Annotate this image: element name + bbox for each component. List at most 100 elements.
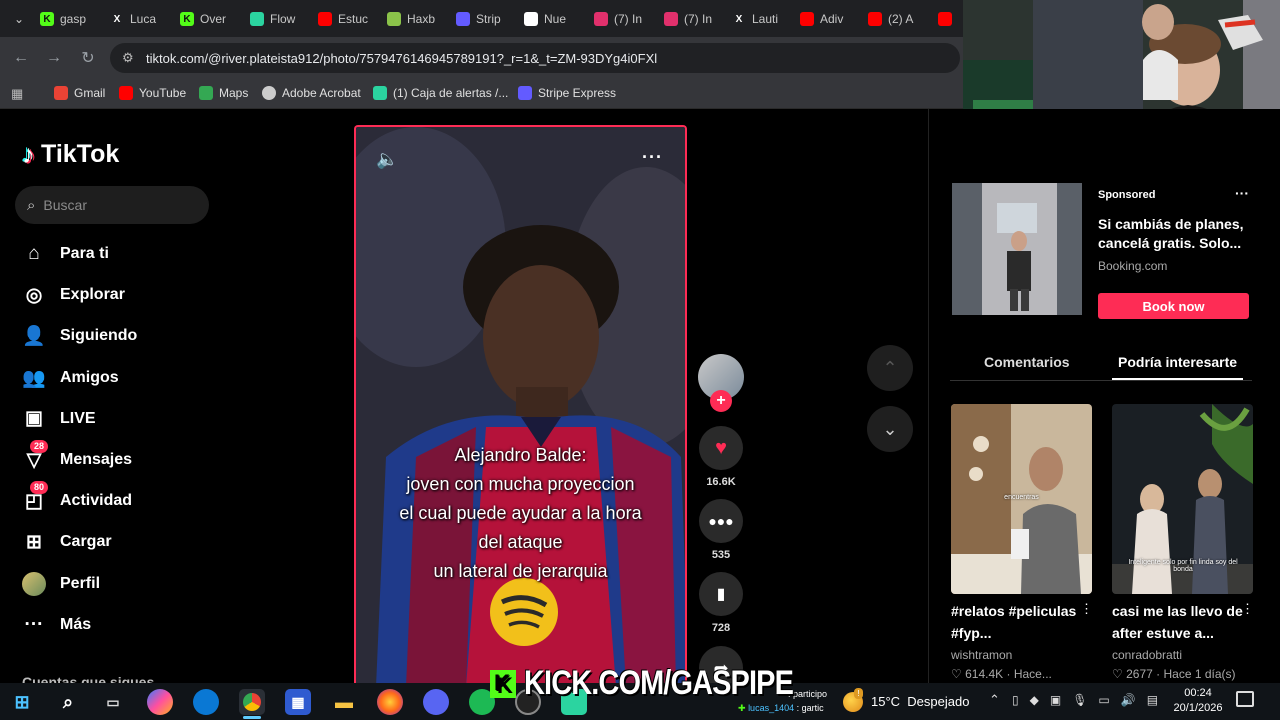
back-arrow-icon[interactable]: ← — [10, 47, 32, 69]
tray-chevron-icon[interactable]: ⌃ — [989, 692, 1000, 708]
suggested-more-icon[interactable]: ⋮ — [1080, 601, 1093, 617]
sidebar-item-actividad[interactable]: ◰ 80 Actividad — [22, 481, 133, 513]
tab-strip: ⌄ Kgasp X Luca K Over Flow Estuc Haxb Strip Nue (7… — [0, 0, 964, 37]
suggested-video-author[interactable]: conradobratti — [1112, 648, 1182, 662]
tray-icons: ▯ ◆ ▣ 🎙 ▭ 🔊 ▤ — [1012, 693, 1158, 707]
sidebar-item-live[interactable]: ▣ LIVE — [22, 407, 96, 431]
notifications-icon[interactable] — [1236, 691, 1254, 707]
bookmark-item[interactable]: Adobe Acrobat — [262, 86, 361, 100]
sidebar-item-label: Para ti — [60, 245, 109, 262]
battery-icon[interactable]: ▭ — [1098, 693, 1109, 707]
browser-tab[interactable] — [938, 6, 958, 32]
heart-icon[interactable]: ♥ — [699, 426, 743, 470]
browser-tab[interactable]: (2) A — [868, 6, 930, 32]
more-options-icon[interactable]: ··· — [642, 147, 663, 168]
book-now-button[interactable]: Book now — [1098, 293, 1249, 319]
forward-arrow-icon[interactable]: → — [43, 47, 65, 69]
network-icon[interactable]: ▤ — [1147, 693, 1158, 707]
browser-tab[interactable]: X Lauti — [732, 6, 794, 32]
volume-icon[interactable]: 🔈 — [376, 149, 398, 170]
tiktok-logo[interactable]: ♪ TikTok — [22, 139, 119, 170]
sponsored-card[interactable]: Sponsored ··· Si cambiás de planes, canc… — [952, 183, 1252, 321]
clock[interactable]: 00:24 20/1/2026 — [1168, 686, 1228, 716]
suggested-more-icon[interactable]: ⋮ — [1241, 601, 1254, 617]
url-omnibox[interactable]: ⚙ tiktok.com/@river.plateista912/photo/7… — [110, 43, 960, 73]
browser-tab-label: (7) In — [614, 12, 643, 26]
browser-tab-label: Adiv — [820, 12, 844, 26]
browser-tab[interactable]: (7) In — [664, 6, 726, 32]
sponsored-title[interactable]: Si cambiás de planes, cancelá gratis. So… — [1098, 215, 1248, 253]
suggested-video-author[interactable]: wishtramon — [951, 648, 1012, 662]
browser-tab[interactable]: Strip — [456, 6, 518, 32]
url-text[interactable]: tiktok.com/@river.plateista912/photo/757… — [146, 51, 657, 66]
sponsored-more-icon[interactable]: ··· — [1235, 185, 1249, 201]
apps-grid-icon[interactable]: ▦ — [11, 86, 23, 102]
browser-tab[interactable]: X Luca — [110, 6, 172, 32]
follow-plus-icon[interactable]: + — [710, 390, 732, 412]
youtube-icon — [868, 12, 882, 26]
browser-tab[interactable]: Flow — [250, 6, 312, 32]
comment-action[interactable]: ●●● 535 — [698, 499, 744, 561]
browser-tab[interactable]: K Over — [180, 6, 242, 32]
like-action[interactable]: ♥ 16.6K — [698, 426, 744, 488]
sidebar-item-amigos[interactable]: 👥 Amigos — [22, 366, 119, 390]
sidebar-item-cargar[interactable]: ⊞ Cargar — [22, 530, 112, 554]
next-video-button[interactable]: ⌄ — [867, 406, 913, 452]
speaker-icon[interactable]: 🔊 — [1121, 693, 1136, 707]
bookmark-item[interactable]: (1) Caja de alertas /... — [373, 86, 508, 100]
suggested-video-thumbnail[interactable]: Inteligente solo por fin linda soy del b… — [1112, 404, 1253, 594]
copilot-icon[interactable] — [147, 689, 173, 715]
sponsored-thumbnail[interactable] — [952, 183, 1082, 315]
previous-video-button[interactable]: ⌃ — [867, 345, 913, 391]
site-settings-icon[interactable]: ⚙ — [122, 50, 134, 66]
browser-tab[interactable]: Kgasp — [40, 6, 102, 32]
task-view-icon[interactable]: ▭ — [100, 689, 126, 715]
sidebar-item-label: Actividad — [60, 492, 133, 510]
firefox-icon[interactable] — [377, 689, 403, 715]
security-icon[interactable]: ◆ — [1030, 693, 1039, 707]
save-action[interactable]: ▮ 728 — [698, 572, 744, 634]
store-icon[interactable]: ▦ — [285, 689, 311, 715]
edge-icon[interactable] — [193, 689, 219, 715]
windows-start-icon[interactable]: ⊞ — [9, 689, 35, 715]
bookmark-item[interactable]: Gmail — [54, 86, 105, 100]
display-icon[interactable]: ▣ — [1050, 693, 1061, 707]
browser-tab[interactable]: Adiv — [800, 6, 862, 32]
tab-comments[interactable]: Comentarios — [984, 354, 1070, 370]
reload-icon[interactable]: ↻ — [77, 47, 99, 69]
file-explorer-icon[interactable]: ▬ — [331, 689, 357, 715]
bookmark-item[interactable]: YouTube — [119, 86, 186, 100]
suggested-video-thumbnail[interactable]: encuentras — [951, 404, 1092, 594]
chrome-taskbar-icon[interactable] — [239, 689, 265, 715]
sponsored-label: Sponsored — [1098, 189, 1156, 201]
sidebar-item-mensajes[interactable]: ▽ 28 Mensajes — [22, 440, 132, 472]
bookmark-item[interactable]: Maps — [199, 86, 248, 100]
sidebar-item-siguiendo[interactable]: 👤 Siguiendo — [22, 324, 137, 348]
tab-recommended[interactable]: Podría interesarte — [1118, 354, 1237, 370]
suggested-video-title[interactable]: #relatos #peliculas #fyp... — [951, 600, 1091, 644]
suggested-video-likes: 614.4K — [965, 667, 1004, 681]
sidebar-item-más[interactable]: ··· Más — [22, 613, 92, 637]
weather-text[interactable]: 15°C Despejado — [871, 694, 969, 709]
microphone-icon[interactable]: 🎙 — [1072, 693, 1087, 707]
comment-icon[interactable]: ●●● — [699, 499, 743, 543]
maps-icon — [199, 86, 213, 100]
browser-tab[interactable]: Estuc — [318, 6, 380, 32]
video-player[interactable]: 🔈 ··· Alejandro Balde: joven con mucha pr… — [354, 125, 687, 683]
discord-icon[interactable] — [423, 689, 449, 715]
bookmark-label: YouTube — [139, 86, 187, 100]
search-input[interactable]: ⌕ Buscar — [15, 186, 209, 224]
taskbar-search-icon[interactable]: ⌕ — [55, 689, 81, 715]
suggested-video-title[interactable]: casi me las llevo de after estuve a... — [1112, 600, 1252, 644]
creator-avatar-button[interactable]: + — [698, 354, 744, 412]
bookmark-icon[interactable]: ▮ — [699, 572, 743, 616]
browser-tab[interactable]: (7) In — [594, 6, 656, 32]
sidebar-item-explorar[interactable]: ◎ Explorar — [22, 283, 125, 307]
browser-tab[interactable]: Nue — [524, 6, 586, 32]
bookmark-item[interactable]: Stripe Express — [518, 86, 616, 100]
usb-icon[interactable]: ▯ — [1012, 693, 1019, 707]
sidebar-item-perfil[interactable]: Perfil — [22, 571, 100, 596]
sidebar-item-para-ti[interactable]: ⌂ Para ti — [22, 242, 109, 266]
tab-search-button[interactable]: ⌄ — [10, 10, 28, 28]
browser-tab[interactable]: Haxb — [387, 6, 449, 32]
